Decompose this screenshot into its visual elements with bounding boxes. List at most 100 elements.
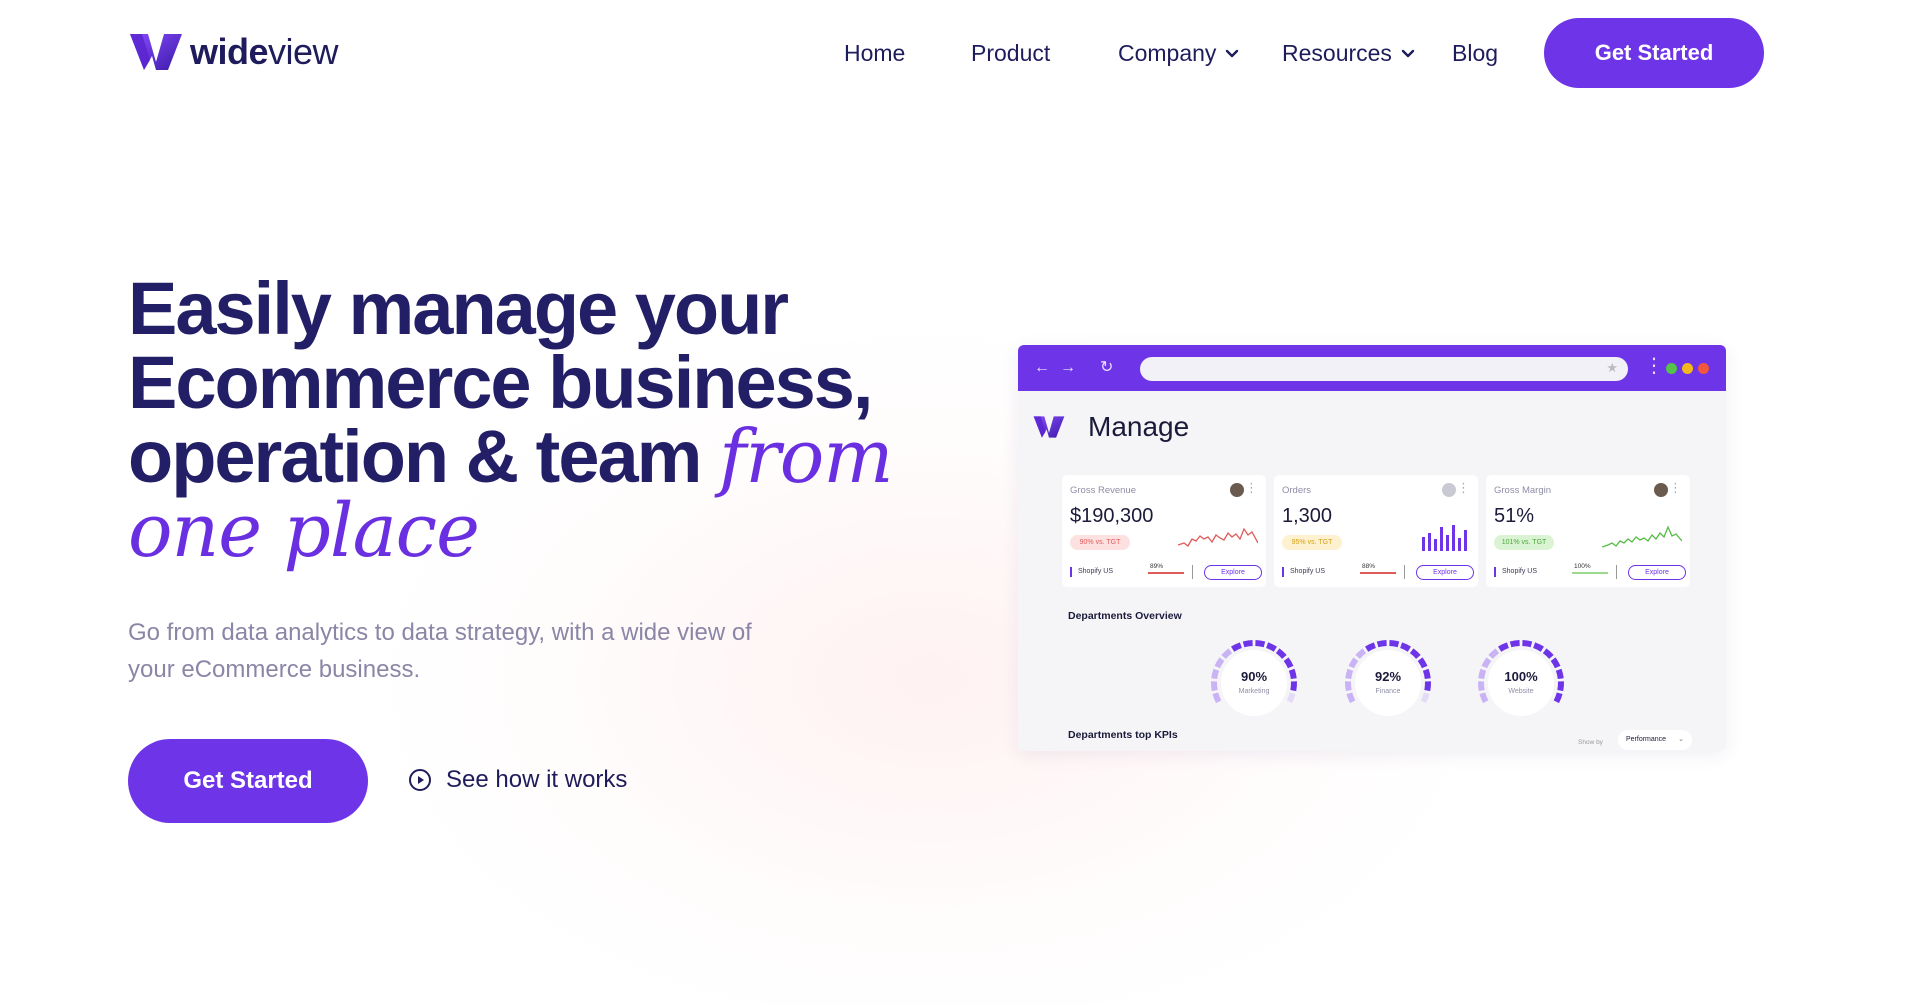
kpi-card-gross-margin: Gross Margin ⋮ 51% 101% vs. TGT Shopify … — [1486, 475, 1690, 587]
gauge-segment — [1550, 657, 1561, 669]
gauge-segment — [1400, 642, 1411, 652]
departments-top-kpis-heading: Departments top KPIs — [1068, 729, 1178, 741]
gauge-label: Marketing — [1238, 688, 1270, 695]
kpi-card-value: 51% — [1494, 505, 1535, 527]
dashboard-header: Manage — [1032, 411, 1189, 443]
kpi-card-footer: Shopify US 89% Explore — [1062, 563, 1266, 583]
play-circle-icon — [409, 769, 431, 791]
browser-toolbar: ← → ↻ ★ ⋮ — [1018, 345, 1726, 391]
gauge-segment — [1533, 642, 1544, 652]
gauge-segment — [1365, 642, 1376, 652]
browser-menu-icon: ⋮ — [1644, 355, 1664, 377]
arrow-right-icon: → — [1060, 359, 1076, 376]
browser-nav-icons: ← → ↻ — [1034, 359, 1113, 377]
wideview-logo-icon — [130, 34, 182, 70]
hero-title-line-2: Ecommerce business, — [128, 341, 873, 424]
gauge-value: 100% — [1504, 669, 1538, 684]
gauge-marketing: 90% Marketing — [1204, 633, 1304, 733]
kpi-card-footer: Shopify US 100% Explore — [1486, 563, 1690, 583]
sparkline-chart — [1178, 527, 1258, 547]
show-by-value: Performance — [1626, 736, 1667, 743]
show-by-select[interactable]: Performance ⌄ — [1618, 730, 1692, 750]
wideview-logo-icon — [1033, 416, 1065, 438]
browser-address-bar: ★ — [1140, 357, 1628, 381]
hero-title: Easily manage your Ecommerce business, o… — [128, 267, 928, 569]
divider — [1616, 565, 1617, 579]
gauge-segment — [1542, 648, 1554, 659]
kpi-card-value: 1,300 — [1282, 505, 1333, 527]
get-started-hero-button[interactable]: Get Started — [128, 739, 368, 823]
show-by-label: Show by — [1578, 739, 1603, 746]
hero-title-line-1: Easily manage your — [128, 267, 789, 350]
chevron-down-icon — [1401, 49, 1415, 57]
kpi-target-pill: 90% vs. TGT — [1070, 535, 1130, 550]
get-started-nav-button[interactable]: Get Started — [1544, 18, 1764, 88]
more-options-icon[interactable]: ⋮ — [1245, 481, 1258, 495]
gauge-label: Website — [1508, 688, 1534, 695]
brand-wordmark: wideview — [190, 31, 339, 72]
gauge-label: Finance — [1375, 688, 1401, 695]
gauge-segment — [1498, 642, 1509, 652]
kpi-card-footer: Shopify US 88% Explore — [1274, 563, 1478, 583]
kpi-source-percent: 89% — [1150, 563, 1164, 570]
gauge-segment — [1266, 642, 1277, 652]
nav-resources[interactable]: Resources — [1282, 40, 1416, 67]
kpi-source-percent: 100% — [1574, 563, 1591, 570]
top-navigation: wideview Home Product Company Resources … — [0, 0, 1920, 110]
kpi-source: Shopify US — [1494, 567, 1537, 577]
see-how-it-works-link[interactable]: See how it works — [408, 766, 627, 794]
gauge-segment — [1417, 657, 1428, 669]
gauge-value: 92% — [1374, 669, 1402, 684]
explore-button[interactable]: Explore — [1204, 565, 1262, 580]
brand-logo[interactable]: wideview — [128, 30, 339, 74]
nav-company[interactable]: Company — [1118, 40, 1240, 67]
kpi-source-percent: 88% — [1362, 563, 1376, 570]
nav-product[interactable]: Product — [971, 40, 1050, 67]
gauge-segment — [1509, 640, 1520, 648]
star-icon: ★ — [1606, 360, 1618, 375]
nav-home[interactable]: Home — [844, 40, 905, 67]
explore-button[interactable]: Explore — [1628, 565, 1686, 580]
gauge-segment — [1376, 640, 1387, 648]
gauge-segment — [1481, 657, 1492, 669]
gauge-segment — [1275, 648, 1287, 659]
bar-chart-mini — [1422, 525, 1467, 551]
window-dot-red — [1698, 363, 1709, 374]
gauge-value: 90% — [1240, 669, 1268, 684]
window-dot-yellow — [1682, 363, 1693, 374]
gauge-segment — [1242, 640, 1253, 648]
kpi-target-pill: 95% vs. TGT — [1282, 535, 1342, 550]
arrow-left-icon: ← — [1034, 359, 1050, 376]
explore-button[interactable]: Explore — [1416, 565, 1474, 580]
gauge-segment — [1348, 657, 1359, 669]
gauge-segment — [1214, 657, 1225, 669]
hero-title-accent-from: from — [719, 414, 893, 500]
kpi-card-value: $190,300 — [1070, 505, 1154, 527]
gauge-website: 100% Website — [1471, 633, 1571, 733]
kpi-source-bar — [1148, 572, 1184, 574]
more-options-icon[interactable]: ⋮ — [1669, 481, 1682, 495]
kpi-source: Shopify US — [1282, 567, 1325, 577]
more-options-icon[interactable]: ⋮ — [1457, 481, 1470, 495]
kpi-card-orders: Orders ⋮ 1,300 95% vs. TGT Shopify US 88… — [1274, 475, 1478, 587]
gauge-segment — [1409, 648, 1421, 659]
avatar — [1230, 483, 1244, 497]
gauge-segment — [1522, 640, 1533, 648]
kpi-source-bar — [1572, 572, 1608, 574]
kpi-card-label: Gross Revenue — [1070, 485, 1137, 496]
refresh-icon: ↻ — [1100, 359, 1114, 376]
kpi-card-gross-revenue: Gross Revenue ⋮ $190,300 90% vs. TGT Sho… — [1062, 475, 1266, 587]
kpi-source-bar — [1360, 572, 1396, 574]
window-dot-green — [1666, 363, 1677, 374]
dashboard-title: Manage — [1088, 411, 1190, 442]
gauge-segment — [1488, 648, 1500, 659]
nav-blog[interactable]: Blog — [1452, 40, 1498, 67]
chevron-down-icon — [1226, 49, 1239, 57]
gauge-segment — [1231, 642, 1242, 652]
kpi-source: Shopify US — [1070, 567, 1113, 577]
chevron-down-icon: ⌄ — [1678, 736, 1684, 743]
avatar — [1442, 483, 1456, 497]
divider — [1192, 565, 1193, 579]
hero-subtitle: Go from data analytics to data strategy,… — [128, 619, 752, 683]
gauge-segment — [1283, 657, 1294, 669]
